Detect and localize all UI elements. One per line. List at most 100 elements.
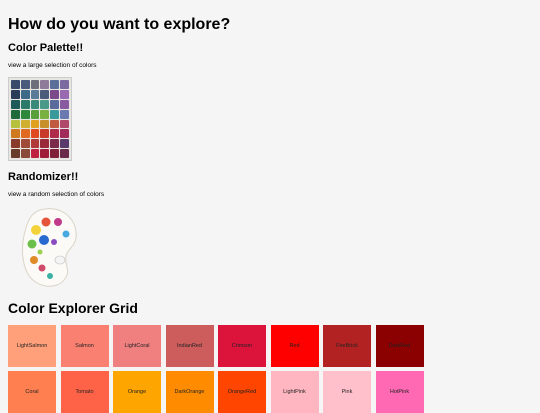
color-cell-label: FireBrick [336, 343, 358, 349]
palette-swatch [50, 109, 60, 119]
color-grid: LightSalmon Salmon LightCoral IndianRed Crim… [8, 325, 424, 413]
palette-swatch [30, 89, 40, 99]
color-cell[interactable]: FireBrick [323, 325, 371, 367]
palette-swatch [50, 89, 60, 99]
thumb-hole-shape [54, 255, 66, 265]
palette-swatch [30, 149, 40, 158]
color-cell[interactable]: OrangeRed [218, 371, 266, 413]
color-cell[interactable]: LightSalmon [8, 325, 56, 367]
color-cell-label: HotPink [389, 389, 410, 395]
palette-title: Color Palette!! [8, 42, 84, 54]
palette-swatch [11, 139, 20, 149]
paint-blob [30, 256, 38, 264]
palette-swatch [40, 149, 50, 158]
color-cell[interactable]: DarkOrange [165, 371, 214, 413]
color-cell[interactable]: Salmon [60, 325, 109, 367]
palette-swatch [50, 139, 60, 149]
color-cell-label: IndianRed [176, 343, 203, 349]
palette-swatch [60, 99, 69, 109]
color-palette-image[interactable] [8, 77, 72, 161]
palette-swatch [11, 99, 20, 109]
color-cell[interactable]: IndianRed [165, 325, 214, 367]
palette-swatch [11, 109, 20, 119]
color-cell[interactable]: Coral [8, 371, 56, 413]
color-cell[interactable]: Crimson [218, 325, 266, 367]
palette-swatch [60, 89, 69, 99]
color-cell[interactable]: LightPink [270, 371, 319, 413]
palette-swatch [60, 139, 69, 149]
palette-swatch [11, 89, 20, 99]
paint-blob [31, 225, 41, 235]
paint-blob [38, 264, 46, 272]
page-heading: How do you want to explore? [8, 16, 231, 33]
palette-swatch [60, 80, 69, 89]
palette-swatch [20, 129, 30, 139]
palette-swatch [40, 119, 50, 129]
palette-swatch [40, 99, 50, 109]
paint-blob [54, 218, 62, 226]
color-cell[interactable]: Orange [113, 371, 161, 413]
palette-swatch [20, 119, 30, 129]
color-cell[interactable]: Red [270, 325, 319, 367]
color-cell-label: DarkRed [388, 343, 411, 349]
palette-swatch [30, 80, 40, 89]
color-cell[interactable]: Pink [323, 371, 371, 413]
palette-swatch [40, 139, 50, 149]
color-cell-label: Crimson [231, 343, 253, 349]
palette-swatch [50, 99, 60, 109]
paint-blob [62, 230, 70, 238]
paint-blob [39, 235, 49, 245]
randomizer-description: view a random selection of colors [8, 191, 105, 198]
palette-swatch [11, 119, 20, 129]
palette-swatch [20, 89, 30, 99]
color-cell[interactable]: HotPink [375, 371, 424, 413]
palette-swatch [30, 119, 40, 129]
palette-swatch [40, 129, 50, 139]
palette-swatch [50, 80, 60, 89]
color-cell-label: Salmon [75, 343, 94, 349]
palette-swatch [60, 109, 69, 119]
paint-blob [47, 273, 53, 279]
color-cell-label: Coral [25, 389, 39, 395]
palette-swatch [30, 109, 40, 119]
color-cell-label: Pink [341, 389, 353, 395]
palette-swatch [20, 139, 30, 149]
palette-swatch [11, 80, 20, 89]
palette-swatch [20, 109, 30, 119]
paint-blob [37, 249, 43, 255]
palette-swatch [11, 149, 20, 158]
paint-blob [27, 239, 37, 249]
palette-swatch [50, 129, 60, 139]
grid-title: Color Explorer Grid [8, 300, 138, 316]
paint-blob [51, 239, 57, 245]
color-cell-label: LightPink [283, 389, 306, 395]
color-cell-label: LightSalmon [16, 343, 48, 349]
paint-blob [41, 217, 51, 227]
palette-swatch [40, 80, 50, 89]
palette-swatch [60, 149, 69, 158]
color-cell[interactable]: DarkRed [375, 325, 424, 367]
palette-swatch [20, 80, 30, 89]
color-cell-label: DarkOrange [174, 389, 205, 395]
color-cell-label: Red [289, 343, 300, 349]
palette-swatch [20, 149, 30, 158]
color-cell[interactable]: Tomato [60, 371, 109, 413]
color-cell-label: OrangeRed [227, 389, 257, 395]
palette-swatch [60, 119, 69, 129]
palette-swatch [50, 149, 60, 158]
palette-description: view a large selection of colors [8, 62, 97, 69]
palette-swatch [30, 99, 40, 109]
palette-swatch [30, 139, 40, 149]
color-cell-label: Orange [127, 389, 147, 395]
palette-swatch [20, 99, 30, 109]
color-cell[interactable]: LightCoral [113, 325, 161, 367]
palette-swatch [50, 119, 60, 129]
palette-swatch [30, 129, 40, 139]
color-cell-label: LightCoral [124, 343, 150, 349]
randomizer-title: Randomizer!! [8, 171, 79, 183]
paint-palette-image[interactable] [20, 204, 84, 290]
palette-swatch [40, 89, 50, 99]
color-cell-label: Tomato [75, 389, 94, 395]
palette-swatch [40, 109, 50, 119]
palette-swatch [60, 129, 69, 139]
